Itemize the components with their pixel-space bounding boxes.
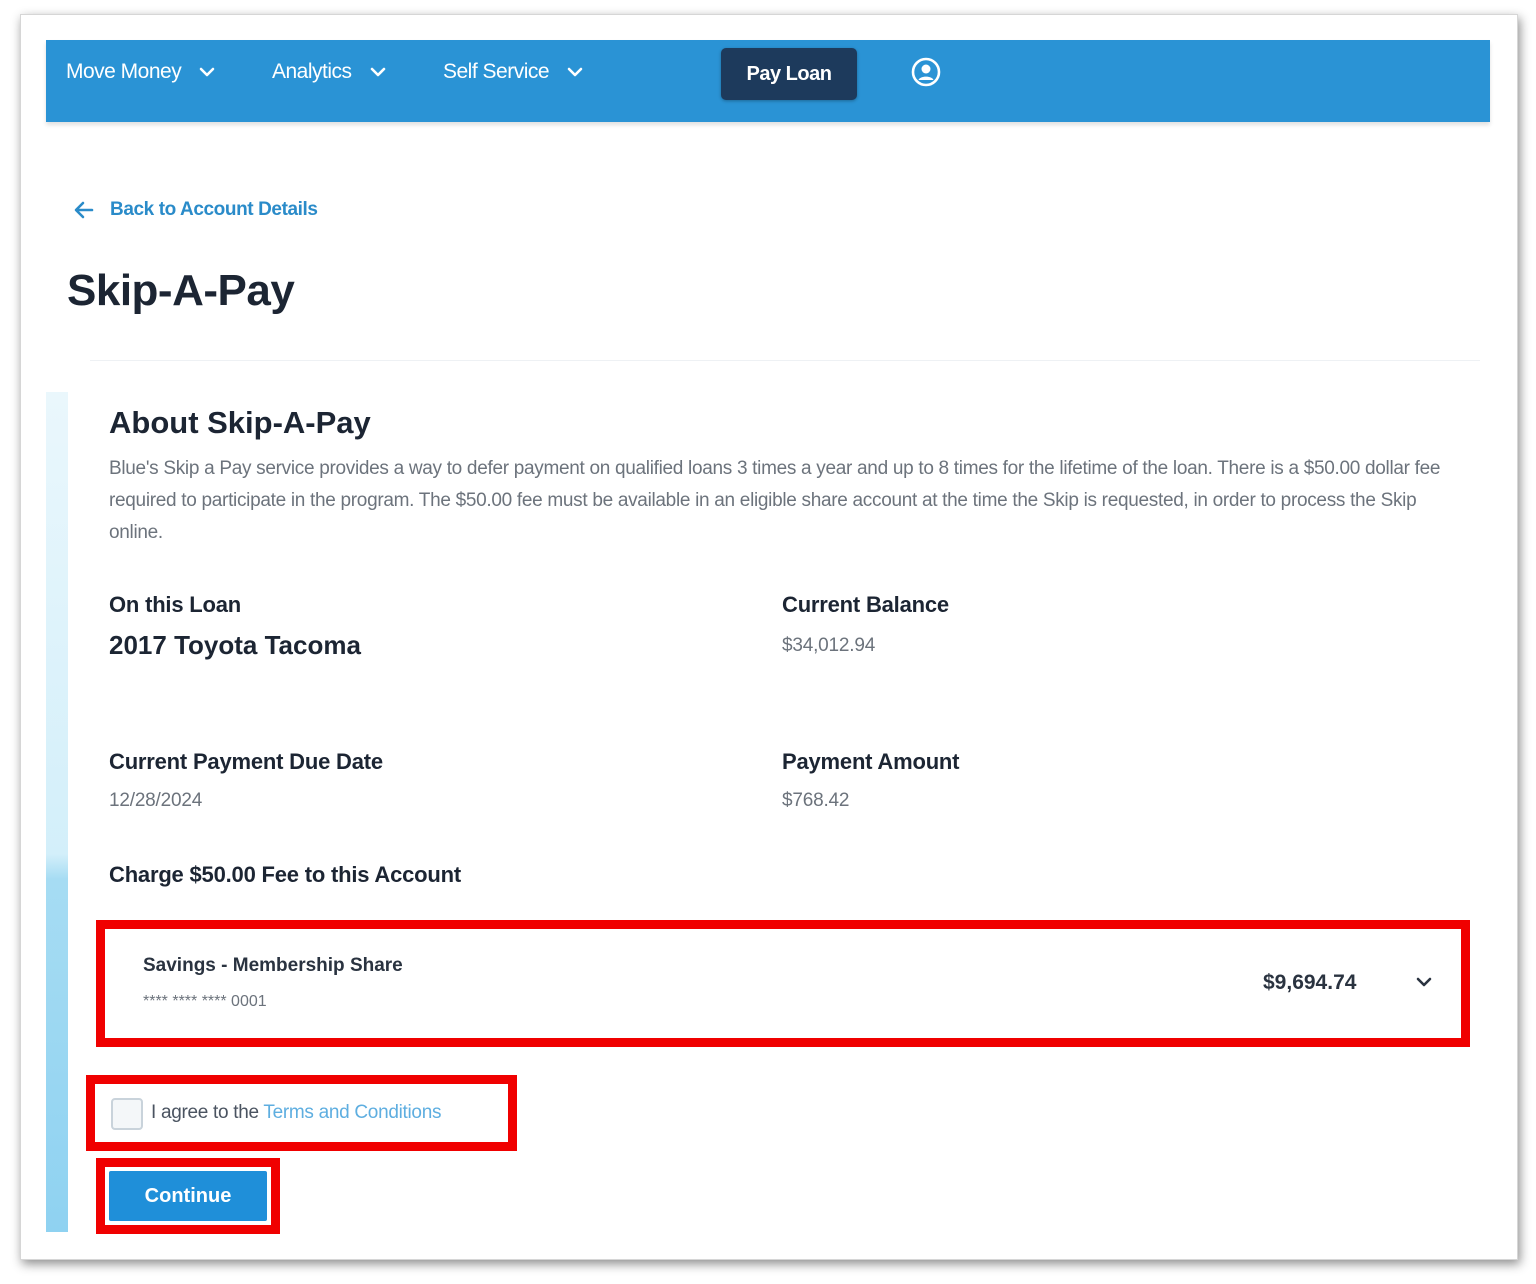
agree-prefix: I agree to the xyxy=(151,1102,264,1123)
chevron-down-icon xyxy=(370,67,385,77)
nav-move-money[interactable]: Move Money xyxy=(66,40,217,104)
fee-account-label: Charge $50.00 Fee to this Account xyxy=(109,862,462,887)
agree-text: I agree to the Terms and Conditions xyxy=(151,1102,441,1124)
pay-loan-button[interactable]: Pay Loan xyxy=(721,48,857,100)
current-balance-label: Current Balance xyxy=(782,592,949,617)
nav-move-money-label: Move Money xyxy=(66,60,182,83)
nav-self-service-label: Self Service xyxy=(443,60,550,83)
nav-analytics[interactable]: Analytics xyxy=(272,40,388,104)
account-number: **** **** **** 0001 xyxy=(143,993,267,1010)
nav-analytics-label: Analytics xyxy=(272,60,352,83)
due-date-value: 12/28/2024 xyxy=(109,790,203,811)
highlight-continue: Continue xyxy=(96,1158,280,1234)
due-date-label: Current Payment Due Date xyxy=(109,749,383,774)
account-balance: $9,694.74 xyxy=(1263,971,1357,994)
loan-name: 2017 Toyota Tacoma xyxy=(109,630,361,660)
chevron-down-icon xyxy=(567,67,583,77)
back-to-account-details-link[interactable]: Back to Account Details xyxy=(72,198,318,222)
continue-button[interactable]: Continue xyxy=(109,1171,267,1221)
highlight-fee-account: Savings - Membership Share **** **** ***… xyxy=(96,920,1470,1047)
highlight-agree-terms: I agree to the Terms and Conditions xyxy=(86,1075,517,1151)
page-title: Skip-A-Pay xyxy=(67,266,295,315)
current-balance-value: $34,012.94 xyxy=(782,635,876,656)
back-link-label: Back to Account Details xyxy=(110,199,318,220)
chevron-down-icon[interactable] xyxy=(1413,971,1435,993)
terms-and-conditions-link[interactable]: Terms and Conditions xyxy=(263,1102,441,1123)
about-description: Blue's Skip a Pay service provides a way… xyxy=(109,458,1441,543)
account-name: Savings - Membership Share xyxy=(143,955,403,976)
agree-checkbox[interactable] xyxy=(111,1098,143,1130)
loan-label: On this Loan xyxy=(109,592,242,617)
fee-account-selector[interactable]: Savings - Membership Share **** **** ***… xyxy=(113,937,1453,1030)
chevron-down-icon xyxy=(199,67,215,77)
about-title: About Skip-A-Pay xyxy=(109,405,371,440)
user-account-icon[interactable] xyxy=(910,56,942,88)
arrow-left-icon xyxy=(74,201,94,219)
payment-amount-value: $768.42 xyxy=(782,790,850,811)
divider xyxy=(90,360,1480,361)
side-accent-bar xyxy=(46,392,68,1232)
payment-amount-label: Payment Amount xyxy=(782,749,960,774)
top-navigation: Move Money Analytics Self Service Pay Lo… xyxy=(46,40,1490,122)
nav-self-service[interactable]: Self Service xyxy=(443,40,585,104)
